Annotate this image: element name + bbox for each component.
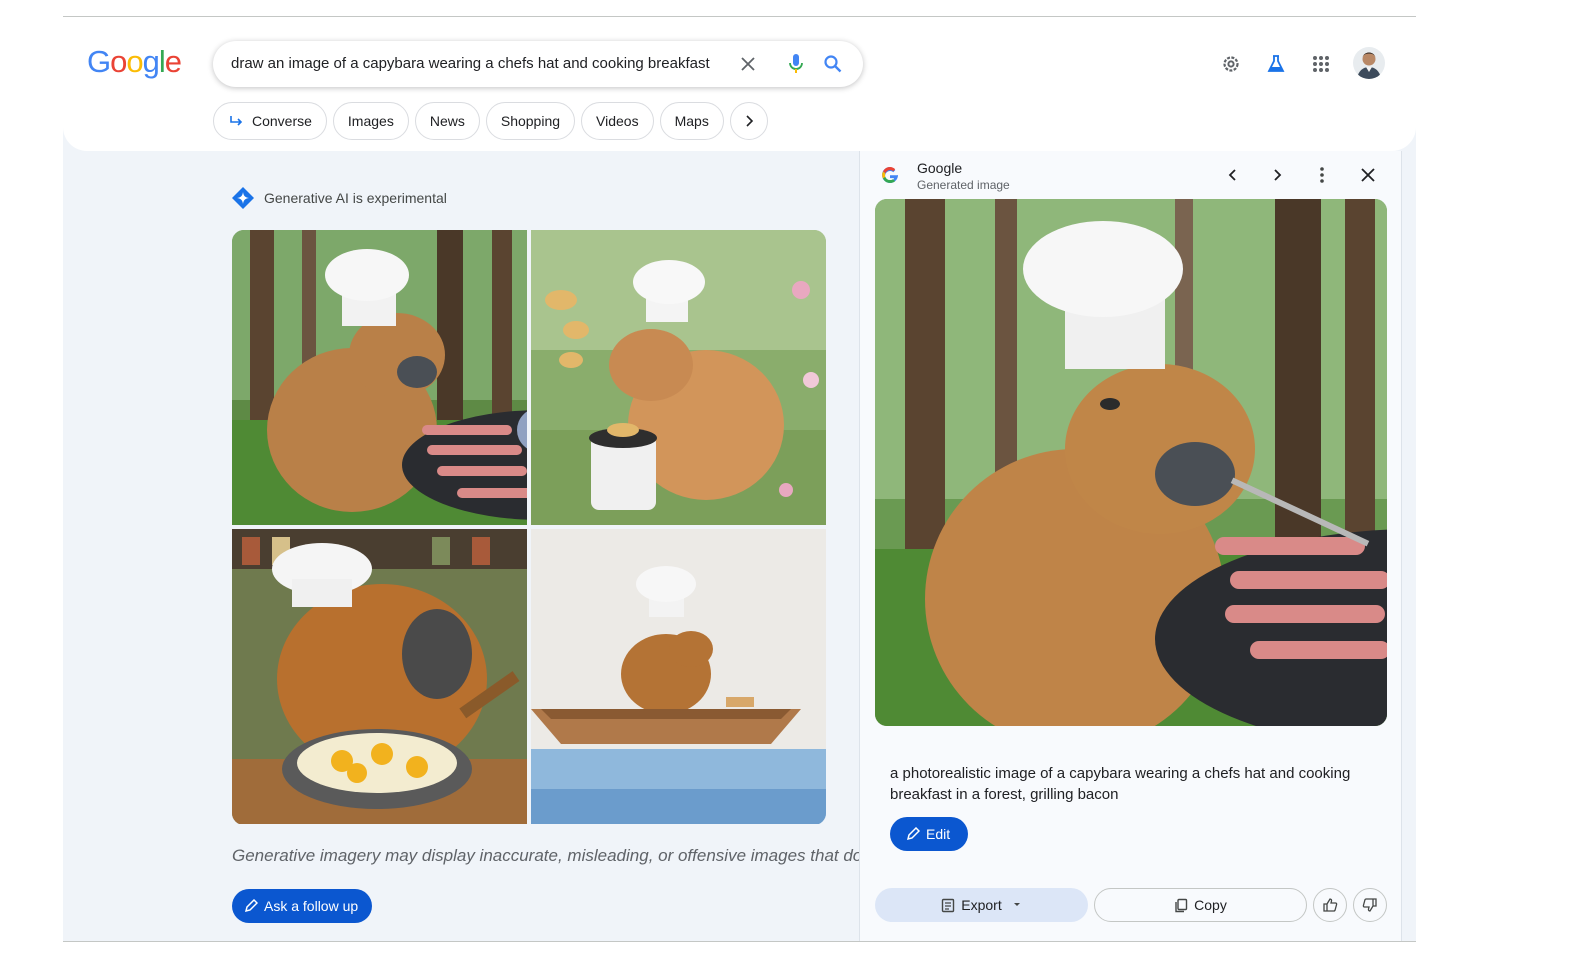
chevron-right-icon	[746, 115, 753, 127]
ask-followup-button[interactable]: Ask a follow up	[232, 889, 373, 923]
chip-shopping[interactable]: Shopping	[485, 102, 576, 140]
chip-maps[interactable]: Maps	[659, 102, 724, 140]
thumbs-up-icon	[1323, 898, 1338, 912]
google-g-icon	[878, 163, 902, 187]
generated-image-3[interactable]	[232, 529, 527, 824]
logo-letter: o	[110, 44, 127, 79]
generative-imagery-disclaimer: Generative imagery may display inaccurat…	[232, 846, 863, 865]
selected-generated-image[interactable]	[875, 199, 1387, 726]
chip-label: Images	[347, 113, 394, 129]
image-detail-panel: Google Generated image a photorealistic …	[859, 151, 1402, 941]
chip-videos[interactable]: Videos	[581, 102, 654, 140]
chip-label: Converse	[252, 113, 312, 129]
thumbs-up-button[interactable]	[1313, 888, 1347, 922]
logo-letter: e	[164, 44, 182, 79]
export-label: Export	[961, 897, 1002, 913]
generated-image-1[interactable]	[232, 230, 527, 525]
more-options-icon[interactable]	[1310, 163, 1334, 187]
generated-image-2[interactable]	[531, 230, 826, 525]
search-input[interactable]: draw an image of a capybara wearing a ch…	[231, 55, 710, 72]
chip-label: Videos	[596, 113, 639, 129]
search-header: Google draw an image of a capybara weari…	[63, 17, 1416, 151]
generative-ai-label: Generative AI is experimental	[264, 190, 447, 206]
clear-icon[interactable]	[738, 54, 758, 74]
copy-label: Copy	[1194, 897, 1227, 913]
generated-image-4[interactable]	[531, 529, 826, 824]
chevron-left-icon[interactable]	[1221, 163, 1245, 187]
export-button[interactable]: Export	[875, 888, 1088, 922]
apps-grid-icon[interactable]	[1309, 52, 1333, 76]
chip-news[interactable]: News	[414, 102, 480, 140]
browser-page: Google draw an image of a capybara weari…	[63, 16, 1416, 942]
thumbs-down-icon	[1362, 898, 1377, 912]
export-doc-icon	[942, 898, 955, 912]
chip-images[interactable]: Images	[332, 102, 409, 140]
chips-next-button[interactable]	[729, 102, 768, 140]
logo-letter: g	[142, 44, 160, 79]
search-filter-chips: Converse Images News Shopping Videos Map…	[213, 102, 768, 140]
labs-flask-icon[interactable]	[1264, 52, 1288, 76]
chip-converse[interactable]: Converse	[213, 102, 327, 140]
logo-letter: G	[87, 44, 111, 79]
image-prompt-caption: a photorealistic image of a capybara wea…	[890, 765, 1351, 803]
settings-icon[interactable]	[1219, 52, 1243, 76]
generated-image-grid	[232, 230, 826, 825]
thumbs-down-button[interactable]	[1353, 888, 1387, 922]
search-icon[interactable]	[822, 53, 844, 75]
chip-label: Shopping	[500, 113, 561, 129]
panel-source-title: Google	[917, 160, 963, 176]
caret-down-icon	[1013, 903, 1020, 906]
ask-followup-label: Ask a follow up	[264, 898, 359, 914]
edit-prompt-button[interactable]: Edit	[890, 817, 969, 851]
pencil-icon	[244, 899, 258, 913]
account-avatar[interactable]	[1353, 47, 1385, 79]
google-logo[interactable]: Google	[87, 44, 182, 80]
gemini-sparkle-icon	[232, 187, 254, 209]
copy-icon	[1175, 898, 1188, 912]
microphone-icon[interactable]	[785, 53, 807, 75]
logo-letter: o	[126, 44, 143, 79]
panel-source-subtitle: Generated image	[917, 178, 1010, 192]
search-box[interactable]: draw an image of a capybara wearing a ch…	[213, 41, 863, 87]
generative-ai-notice: Generative AI is experimental	[231, 186, 447, 210]
copy-button[interactable]: Copy	[1094, 888, 1307, 922]
converse-arrow-icon	[230, 116, 243, 126]
pencil-icon	[906, 827, 920, 841]
chip-label: News	[429, 113, 465, 129]
chip-label: Maps	[674, 113, 709, 129]
chevron-right-icon[interactable]	[1265, 163, 1289, 187]
close-icon[interactable]	[1356, 163, 1380, 187]
edit-label: Edit	[926, 826, 951, 842]
